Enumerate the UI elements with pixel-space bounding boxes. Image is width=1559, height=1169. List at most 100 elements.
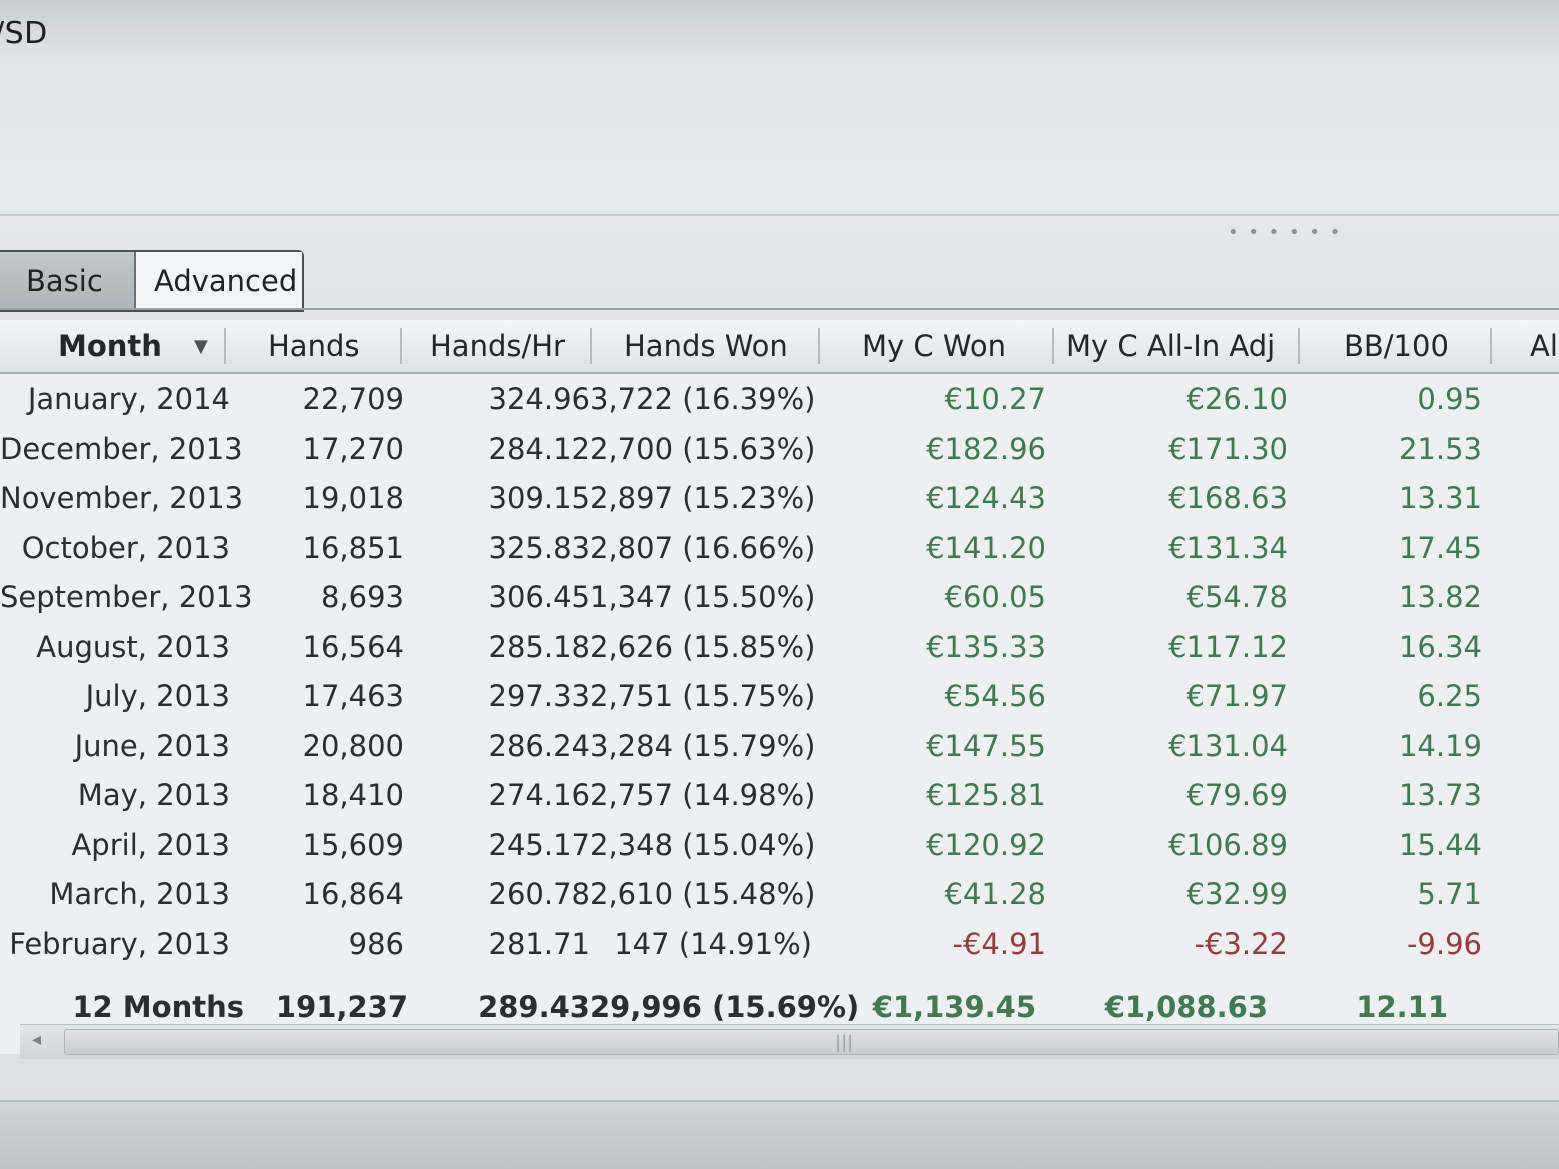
cell-hands-won: 1,347 (15.50%) [590, 580, 816, 614]
column-header-my-c-all-in-adj[interactable]: My C All-In Adj [1066, 320, 1275, 372]
grip-dots-icon[interactable]: • • • • • • [1228, 222, 1342, 243]
window-title: /SD [0, 16, 48, 51]
table-row[interactable]: December, 2013 17,270 284.12 2,700 (15.63%)… [0, 424, 1559, 474]
cell-hands-won: 2,757 (14.98%) [590, 778, 816, 812]
cell-hands-hr: 325.83 [488, 530, 590, 565]
table-row[interactable]: August, 2013 16,564 285.18 2,626 (15.85%) €1… [0, 622, 1559, 672]
table-row[interactable]: May, 2013 18,410 274.16 2,757 (14.98%) €125.… [0, 770, 1559, 820]
cell-bb100: 13.82 [1398, 580, 1482, 614]
table-row[interactable]: February, 2013 986 281.71 147 (14.91%) -€4.9… [0, 919, 1559, 969]
cell-hands: 19,018 [302, 481, 404, 515]
table-row[interactable]: October, 2013 16,851 325.83 2,807 (16.66%) €… [0, 523, 1559, 573]
splitter[interactable] [0, 214, 1559, 216]
cell-hands-hr: 286.24 [488, 728, 590, 763]
cell-my-c-won: -€4.91 [952, 926, 1047, 961]
table-row[interactable]: July, 2013 17,463 297.33 2,751 (15.75%) €54.… [0, 671, 1559, 721]
cell-my-c-all-in-adj: €131.34 [1168, 530, 1288, 565]
cell-hands: 17,463 [302, 679, 404, 713]
cell-hands-hr: 274.16 [488, 778, 590, 812]
cell-hands: 16,851 [302, 530, 404, 565]
grip-icon: ||| [835, 1032, 854, 1053]
cell-hands: 16,864 [302, 877, 404, 911]
cell-my-c-won: €141.20 [926, 530, 1046, 565]
column-separator[interactable] [400, 328, 402, 364]
cell-my-c-all-in-adj: €131.04 [1168, 728, 1288, 763]
cell-hands-won: 147 (14.91%) [614, 926, 812, 961]
cell-hands-won: 2,610 (15.48%) [590, 877, 816, 911]
cell-bb100: 0.95 [1417, 382, 1482, 416]
cell-hands-hr: 245.17 [488, 827, 590, 862]
chevron-down-icon[interactable]: ▼ [194, 320, 208, 372]
column-header-al[interactable]: Al [1530, 320, 1558, 372]
cell-my-c-all-in-adj: €168.63 [1168, 481, 1288, 515]
table-row[interactable]: January, 2014 22,709 324.96 3,722 (16.39%) €… [0, 374, 1559, 424]
table-row[interactable]: April, 2013 15,609 245.17 2,348 (15.04%) €12… [0, 820, 1559, 870]
cell-month: October, 2013 [21, 530, 230, 565]
column-separator[interactable] [1490, 328, 1492, 364]
scrollbar-thumb[interactable]: ||| [64, 1029, 1559, 1055]
column-separator[interactable] [1298, 328, 1300, 364]
cell-my-c-won: €182.96 [926, 431, 1046, 466]
cell-my-c-won: €135.33 [926, 629, 1046, 664]
cell-month: June, 2013 [74, 728, 230, 763]
grid-top-border [0, 308, 1559, 310]
table-row[interactable]: September, 2013 8,693 306.45 1,347 (15.50%)… [0, 572, 1559, 622]
cell-hands-hr: 285.18 [488, 629, 590, 664]
cell-bb100: 16.34 [1398, 629, 1482, 664]
cell-my-c-all-in-adj: -€3.22 [1194, 926, 1289, 961]
horizontal-scrollbar[interactable]: ◂ ||| [20, 1024, 1559, 1059]
cell-hands-won: 2,751 (15.75%) [590, 679, 816, 713]
cell-month: August, 2013 [36, 629, 230, 664]
cell-hands: 15,609 [302, 827, 404, 862]
cell-hands: 8,693 [320, 580, 404, 614]
column-header-hands-won[interactable]: Hands Won [624, 320, 788, 372]
table-row[interactable]: June, 2013 20,800 286.24 3,284 (15.79%) €147… [0, 721, 1559, 771]
column-header-hands[interactable]: Hands [268, 320, 359, 372]
cell-my-c-all-in-adj: €79.69 [1186, 778, 1288, 812]
tab-basic[interactable]: Basic [0, 252, 136, 310]
table-header: Month ▼ Hands Hands/Hr Hands Won My C Wo… [0, 320, 1559, 374]
cell-month: February, 2013 [9, 926, 230, 961]
cell-month: April, 2013 [71, 827, 230, 862]
cell-hands-hr: 309.15 [488, 481, 590, 515]
tab-bar: Basic Advanced [0, 250, 304, 312]
cell-hands-hr: 324.96 [488, 382, 590, 416]
cell-bb100: 5.71 [1417, 877, 1482, 911]
cell-hands-won: 2,626 (15.85%) [590, 629, 816, 664]
table-row[interactable]: November, 2013 19,018 309.15 2,897 (15.23%)… [0, 473, 1559, 523]
poker-stats-window: /SD • • • • • • Basic Advanced Month ▼ H… [0, 0, 1559, 1169]
cell-month: January, 2014 [27, 382, 230, 416]
cell-hands-won: 2,700 (15.63%) [590, 431, 816, 466]
cell-month: May, 2013 [77, 778, 230, 812]
column-header-month[interactable]: Month [58, 320, 208, 372]
cell-my-c-all-in-adj: €171.30 [1168, 431, 1288, 466]
cell-my-c-all-in-adj: €54.78 [1186, 580, 1288, 614]
column-header-my-c-won[interactable]: My C Won [862, 320, 1006, 372]
cell-my-c-all-in-adj: €71.97 [1186, 679, 1288, 713]
arrow-left-icon[interactable]: ◂ [32, 1029, 41, 1050]
cell-hands-hr: 260.78 [488, 877, 590, 911]
cell-my-c-won: €60.05 [944, 580, 1046, 614]
cell-my-c-won: €125.81 [926, 778, 1046, 812]
cell-my-c-won: €54.56 [944, 679, 1046, 713]
table-row[interactable]: March, 2013 16,864 260.78 2,610 (15.48%) €41… [0, 869, 1559, 919]
cell-bb100: 14.19 [1398, 728, 1482, 763]
cell-my-c-won: €120.92 [926, 827, 1046, 862]
column-separator[interactable] [224, 328, 226, 364]
cell-my-c-all-in-adj: €106.89 [1168, 827, 1288, 862]
cell-my-c-all-in-adj: €26.10 [1186, 382, 1288, 416]
cell-bb100: 6.25 [1417, 679, 1482, 713]
cell-bb100: -9.96 [1406, 926, 1482, 961]
cell-month: September, 2013 [0, 580, 253, 614]
cell-month: December, 2013 [0, 431, 243, 466]
column-header-bb100[interactable]: BB/100 [1344, 320, 1449, 372]
column-header-hands-hr[interactable]: Hands/Hr [430, 320, 565, 372]
cell-hands-won: 2,897 (15.23%) [590, 481, 816, 515]
column-separator[interactable] [818, 328, 820, 364]
cell-hands-won: 3,722 (16.39%) [590, 382, 816, 416]
tab-advanced[interactable]: Advanced [136, 252, 302, 310]
column-separator[interactable] [1052, 328, 1054, 364]
cell-hands-won: 3,284 (15.79%) [590, 728, 816, 763]
column-separator[interactable] [590, 328, 592, 364]
cell-hands: 22,709 [302, 382, 404, 416]
